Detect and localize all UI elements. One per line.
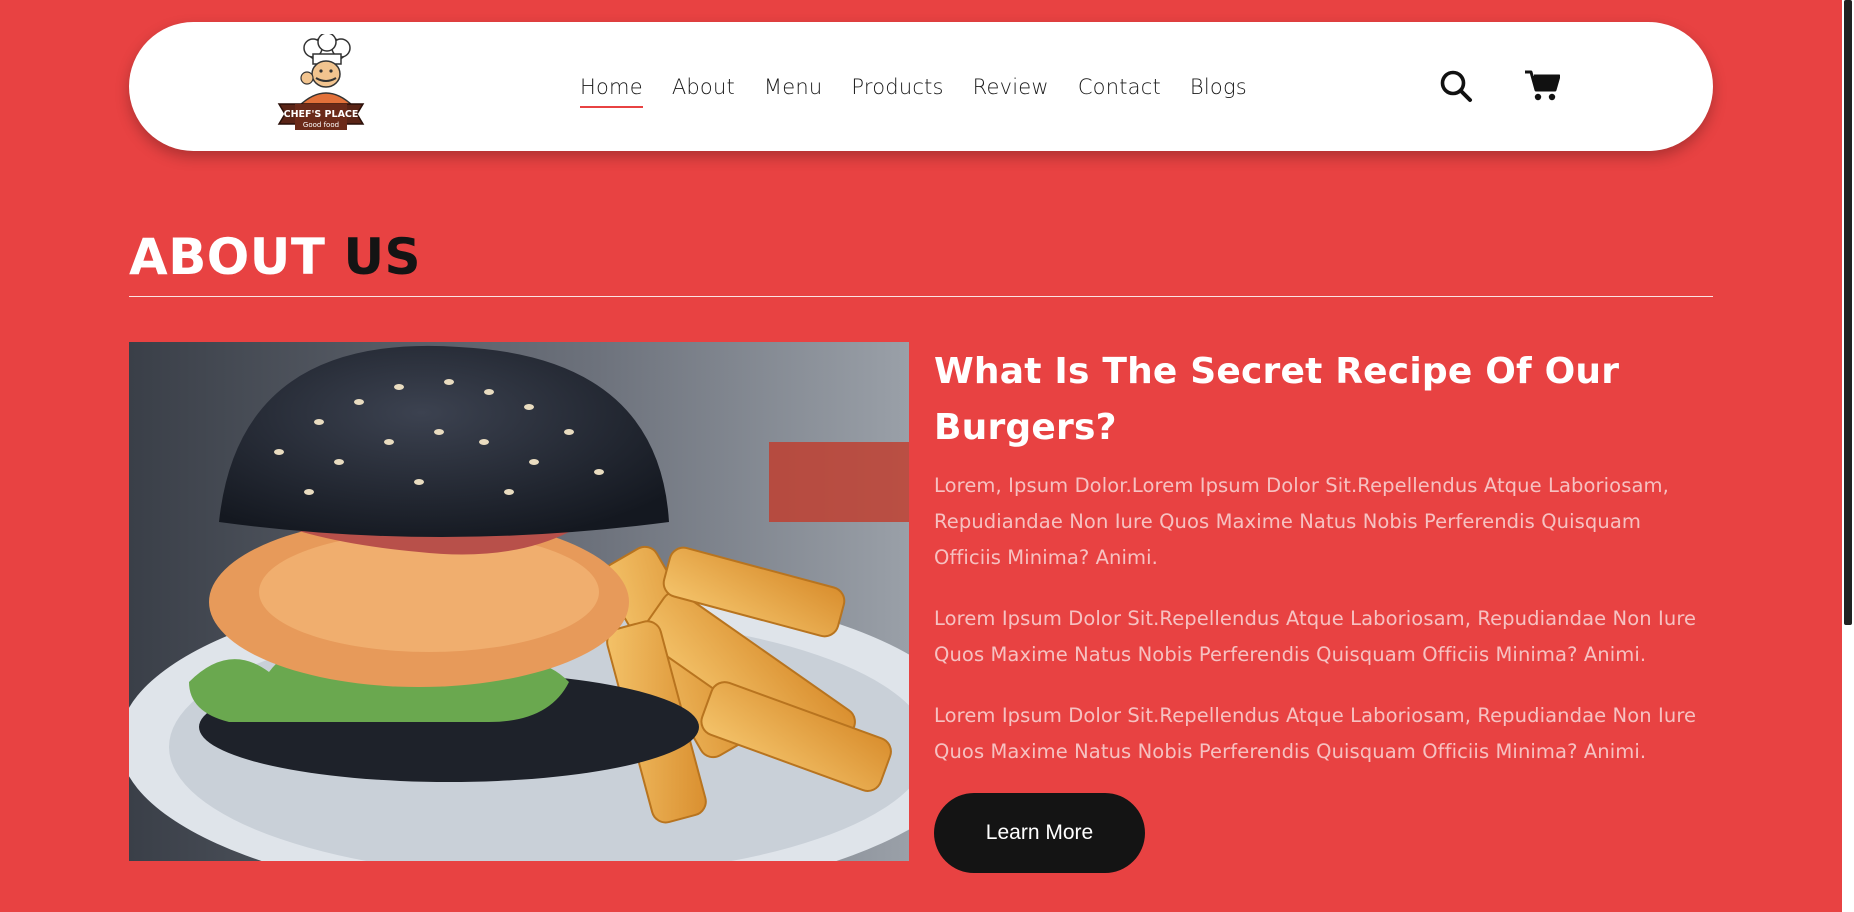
section-title-part1: ABOUT	[129, 228, 326, 286]
search-button[interactable]	[1436, 66, 1476, 106]
about-paragraph-3: Lorem Ipsum Dolor Sit.Repellendus Atque …	[934, 704, 1697, 763]
section-divider	[129, 296, 1713, 297]
burger-photo	[129, 342, 909, 861]
logo[interactable]: CHEF'S PLACE Good food	[269, 32, 373, 138]
svg-text:CHEF'S PLACE: CHEF'S PLACE	[284, 109, 359, 120]
section-title: ABOUT US	[129, 228, 421, 286]
svg-text:Good food: Good food	[303, 121, 339, 129]
about-heading: What Is The Secret Recipe Of Our Burgers…	[934, 351, 1620, 448]
nav-item-home[interactable]: Home	[580, 75, 643, 108]
scrollbar-thumb[interactable]	[1844, 0, 1852, 625]
nav-item-about[interactable]: About	[672, 75, 735, 99]
cart-icon	[1525, 70, 1560, 101]
nav-item-menu[interactable]: Menu	[764, 75, 822, 99]
learn-more-button[interactable]: Learn More	[934, 793, 1145, 873]
nav-item-contact[interactable]: Contact	[1078, 75, 1161, 99]
search-icon	[1440, 70, 1472, 102]
cart-button[interactable]	[1522, 66, 1562, 106]
nav-item-review[interactable]: Review	[973, 75, 1049, 99]
chef-logo-icon: CHEF'S PLACE Good food	[277, 32, 365, 130]
section-title-part2: US	[343, 228, 422, 286]
burger-image-icon	[129, 342, 909, 861]
scrollbar[interactable]	[1842, 0, 1854, 912]
site-header: CHEF'S PLACE Good food Home About Menu P…	[129, 22, 1713, 151]
nav-item-products[interactable]: Products	[851, 75, 943, 99]
about-content: What Is The Secret Recipe Of Our Burgers…	[934, 344, 1714, 770]
main-nav: Home About Menu Products Review Contact …	[580, 22, 1247, 151]
nav-item-blogs[interactable]: Blogs	[1190, 75, 1247, 99]
about-paragraph-1: Lorem, Ipsum Dolor.Lorem Ipsum Dolor Sit…	[934, 474, 1669, 569]
about-paragraph-2: Lorem Ipsum Dolor Sit.Repellendus Atque …	[934, 607, 1697, 666]
